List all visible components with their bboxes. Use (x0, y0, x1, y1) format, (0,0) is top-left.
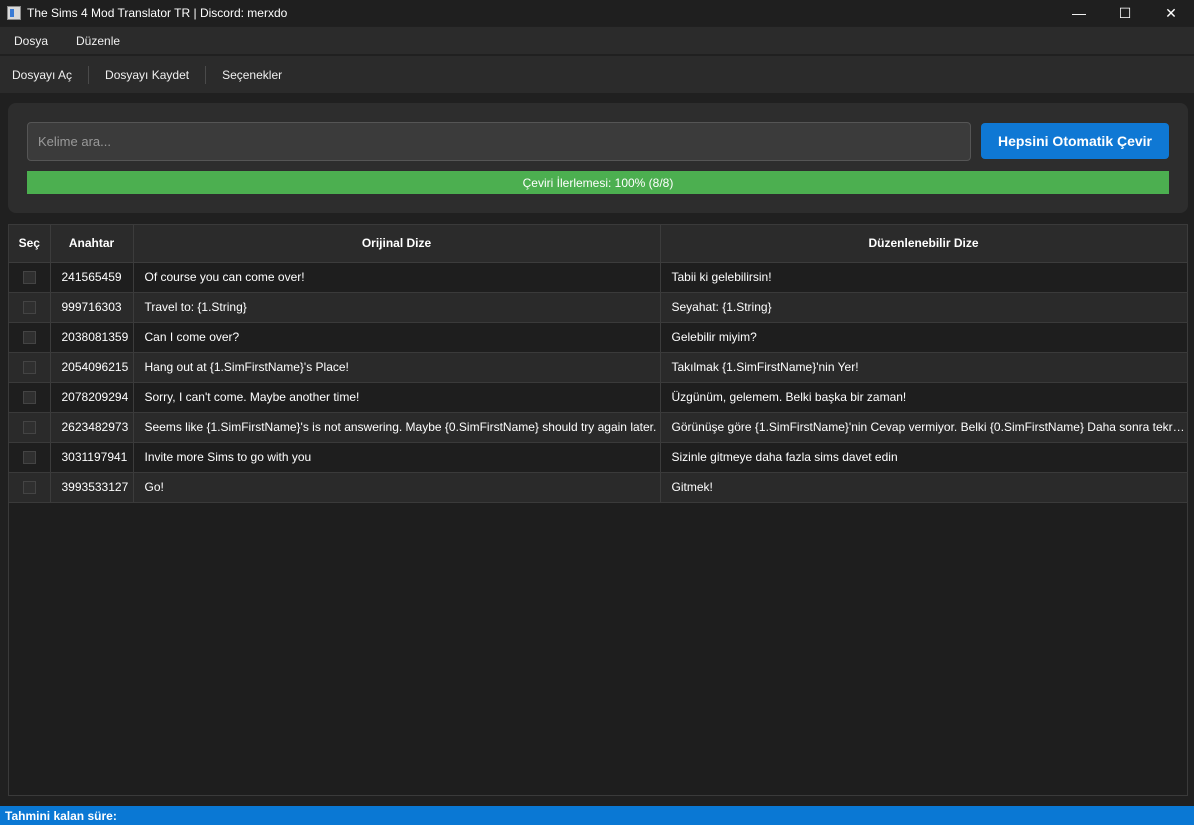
editable-string-cell[interactable]: Takılmak {1.SimFirstName}'nin Yer! (660, 352, 1188, 383)
remaining-time-label: Tahmini kalan süre: (5, 808, 117, 823)
original-string-cell: Can I come over? (133, 322, 661, 353)
menu-edit[interactable]: Düzenle (62, 34, 134, 48)
search-input[interactable] (27, 122, 971, 161)
editable-string-cell[interactable]: Görünüşe göre {1.SimFirstName}'nin Cevap… (660, 412, 1188, 443)
row-select-cell (9, 442, 51, 473)
table-row[interactable]: 2078209294 Sorry, I can't come. Maybe an… (9, 382, 1188, 413)
translation-progress-bar: Çeviri İlerlemesi: 100% (8/8) (27, 171, 1169, 194)
key-cell: 2038081359 (50, 322, 134, 353)
maximize-icon[interactable]: ☐ (1102, 0, 1148, 26)
open-file-button[interactable]: Dosyayı Aç (0, 68, 84, 82)
original-string-cell: Invite more Sims to go with you (133, 442, 661, 473)
row-select-cell (9, 412, 51, 443)
app-icon (7, 6, 21, 20)
row-select-cell (9, 382, 51, 413)
toolbar: Dosyayı Aç Dosyayı Kaydet Seçenekler (0, 56, 1194, 93)
editable-string-cell[interactable]: Gitmek! (660, 472, 1188, 503)
row-checkbox[interactable] (22, 361, 36, 375)
table-row[interactable]: 3031197941 Invite more Sims to go with y… (9, 442, 1188, 473)
row-select-cell (9, 322, 51, 353)
column-header-editable[interactable]: Düzenlenebilir Dize (660, 225, 1188, 263)
table-row[interactable]: 241565459 Of course you can come over! T… (9, 262, 1188, 293)
menu-bar: Dosya Düzenle (0, 27, 1194, 54)
window-title: The Sims 4 Mod Translator TR | Discord: … (27, 6, 288, 20)
toolbar-divider (205, 65, 207, 84)
key-cell: 2054096215 (50, 352, 134, 383)
key-cell: 2623482973 (50, 412, 134, 443)
table-row[interactable]: 2623482973 Seems like {1.SimFirstName}'s… (9, 412, 1188, 443)
minimize-icon[interactable]: — (1056, 0, 1102, 26)
strings-table: Seç Anahtar Orijinal Dize Düzenlenebilir… (8, 224, 1188, 796)
table-row[interactable]: 3993533127 Go! Gitmek! (9, 472, 1188, 503)
row-checkbox[interactable] (22, 481, 36, 495)
row-checkbox[interactable] (22, 451, 36, 465)
original-string-cell: Travel to: {1.String} (133, 292, 661, 323)
auto-translate-all-button[interactable]: Hepsini Otomatik Çevir (981, 123, 1169, 159)
editable-string-cell[interactable]: Sizinle gitmeye daha fazla sims davet ed… (660, 442, 1188, 473)
row-checkbox[interactable] (22, 301, 36, 315)
key-cell: 999716303 (50, 292, 134, 323)
row-checkbox[interactable] (22, 331, 36, 345)
table-header-row: Seç Anahtar Orijinal Dize Düzenlenebilir… (9, 225, 1188, 263)
progress-label: Çeviri İlerlemesi: 100% (8/8) (522, 175, 674, 190)
editable-string-cell[interactable]: Üzgünüm, gelemem. Belki başka bir zaman! (660, 382, 1188, 413)
menu-file[interactable]: Dosya (0, 34, 62, 48)
options-button[interactable]: Seçenekler (210, 68, 294, 82)
original-string-cell: Of course you can come over! (133, 262, 661, 293)
table-row[interactable]: 2038081359 Can I come over? Gelebilir mi… (9, 322, 1188, 353)
row-select-cell (9, 352, 51, 383)
key-cell: 2078209294 (50, 382, 134, 413)
row-checkbox[interactable] (22, 391, 36, 405)
row-checkbox[interactable] (22, 271, 36, 285)
window-controls: — ☐ ✕ (1056, 0, 1194, 26)
original-string-cell: Seems like {1.SimFirstName}'s is not ans… (133, 412, 661, 443)
editable-string-cell[interactable]: Gelebilir miyim? (660, 322, 1188, 353)
table-row[interactable]: 2054096215 Hang out at {1.SimFirstName}'… (9, 352, 1188, 383)
row-select-cell (9, 292, 51, 323)
key-cell: 3993533127 (50, 472, 134, 503)
row-select-cell (9, 472, 51, 503)
row-select-cell (9, 262, 51, 293)
original-string-cell: Hang out at {1.SimFirstName}'s Place! (133, 352, 661, 383)
key-cell: 3031197941 (50, 442, 134, 473)
column-header-select[interactable]: Seç (9, 225, 51, 263)
editable-string-cell[interactable]: Tabii ki gelebilirsin! (660, 262, 1188, 293)
save-file-button[interactable]: Dosyayı Kaydet (93, 68, 201, 82)
key-cell: 241565459 (50, 262, 134, 293)
row-checkbox[interactable] (22, 421, 36, 435)
column-header-original[interactable]: Orijinal Dize (133, 225, 661, 263)
search-panel: Hepsini Otomatik Çevir Çeviri İlerlemesi… (8, 103, 1188, 213)
original-string-cell: Sorry, I can't come. Maybe another time! (133, 382, 661, 413)
original-string-cell: Go! (133, 472, 661, 503)
table-row[interactable]: 999716303 Travel to: {1.String} Seyahat:… (9, 292, 1188, 323)
toolbar-divider (88, 65, 90, 84)
column-header-key[interactable]: Anahtar (50, 225, 134, 263)
status-bar: Tahmini kalan süre: (0, 806, 1194, 825)
title-bar: The Sims 4 Mod Translator TR | Discord: … (0, 0, 1194, 26)
editable-string-cell[interactable]: Seyahat: {1.String} (660, 292, 1188, 323)
close-icon[interactable]: ✕ (1148, 0, 1194, 26)
